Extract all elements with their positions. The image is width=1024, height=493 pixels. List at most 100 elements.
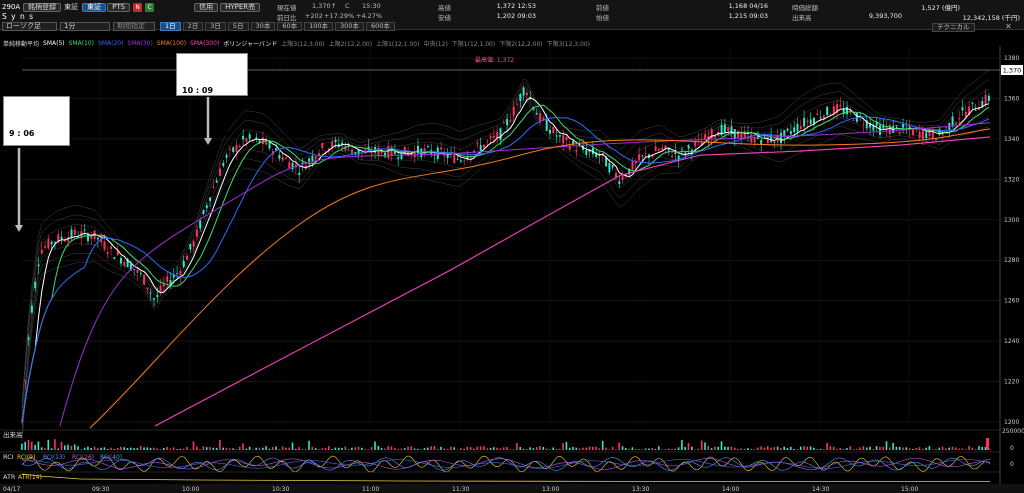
volume-bar [496,447,498,450]
volume-bar [446,448,449,450]
candle-body [351,149,353,154]
volume-bar [136,448,139,450]
volume-bar [694,449,696,450]
volume-bar [374,441,376,450]
candle-body [624,176,627,178]
volume-bar [839,447,842,450]
volume-bar [532,448,535,450]
candle-body [499,128,502,141]
volume-bar [951,446,954,450]
volume-zero-label: 0 [1010,445,1014,452]
volume-bar [143,447,145,450]
rci9-label: RCI(9) [17,454,35,461]
volume-bar [598,448,601,450]
candle-body [242,135,245,140]
candle-body [186,255,188,260]
buy-annotation-text: 1, 287 買 [9,171,51,180]
candle-body [502,122,505,124]
candle-body [139,273,142,275]
volume-bar [895,446,898,450]
volume-bar [486,448,488,450]
candle-body [681,149,683,151]
candle-body [248,134,251,139]
volume-bar [473,448,475,450]
volume-bar [628,448,630,450]
candle-body [459,160,462,162]
candle-body [846,106,848,115]
volume-bar [859,447,861,450]
volume-bar [347,449,350,450]
candle-body [453,153,456,163]
volume-bar [776,446,779,450]
volume-bar [945,448,947,450]
candle-body [608,163,611,173]
candle-body [50,241,53,245]
volume-bar [832,446,835,450]
volume-bar [549,449,551,450]
volume-bar [77,446,79,450]
volume-bar [219,439,221,450]
candle-body [974,110,977,111]
volume-bar [90,447,92,450]
volume-bar [608,449,611,450]
volume-bar [968,445,970,450]
volume-bar [862,446,865,450]
volume-bar [684,447,686,450]
volume-bar [27,439,30,450]
volume-bar [291,442,294,450]
volume-bar [255,447,257,450]
candle-body [898,132,901,134]
candle-body [367,146,370,149]
candle-body [826,106,829,116]
price-tick-label: 1220 [1004,379,1019,386]
candle-body [90,236,93,240]
volume-bar [658,446,660,450]
candle-body [958,118,961,120]
candle-body [611,165,614,168]
candle-body [552,127,555,134]
volume-bar [314,448,317,450]
volume-bar [334,447,337,450]
candle-body [496,132,499,138]
candle-body [245,138,248,142]
candle-body [387,146,390,158]
volume-bar [938,447,941,450]
volume-bar [423,448,426,450]
volume-bar [400,448,403,450]
candle-body [321,143,324,149]
volume-bar [100,447,102,450]
candle-body [143,274,146,285]
candle-body [855,112,858,122]
volume-bar [770,447,772,450]
candle-body [585,150,588,155]
volume-bar [826,442,828,450]
candle-body [176,273,179,274]
candle-body [803,117,806,127]
candle-body [159,285,162,293]
volume-bar [717,446,719,450]
price-chart[interactable]: 1380 1360 1340 1320 1300 1280 1260 1240 1220 1200… [0,0,1024,493]
volume-bar [974,449,977,450]
volume-bar [321,448,323,450]
volume-bar [516,443,518,450]
rci-zero-label: 0 [1010,461,1014,468]
buy-annotation-time: 9 : 06 [9,129,35,138]
volume-bar [83,447,86,450]
candle-body [166,276,169,282]
volume-bar [70,445,73,450]
volume-bar [436,449,439,450]
volume-bar [565,441,568,450]
volume-bar [681,440,683,450]
volume-bar [908,448,911,450]
candle-body [806,120,809,123]
volume-bar [737,448,739,450]
candle-body [961,107,964,111]
volume-bar [730,446,733,450]
candle-body [149,292,152,294]
volume-bar [816,449,818,450]
volume-bar [978,446,980,450]
volume-bar [308,440,310,450]
price-tick-label: 1320 [1004,176,1019,183]
volume-bar [522,448,525,450]
candle-body [24,380,27,381]
